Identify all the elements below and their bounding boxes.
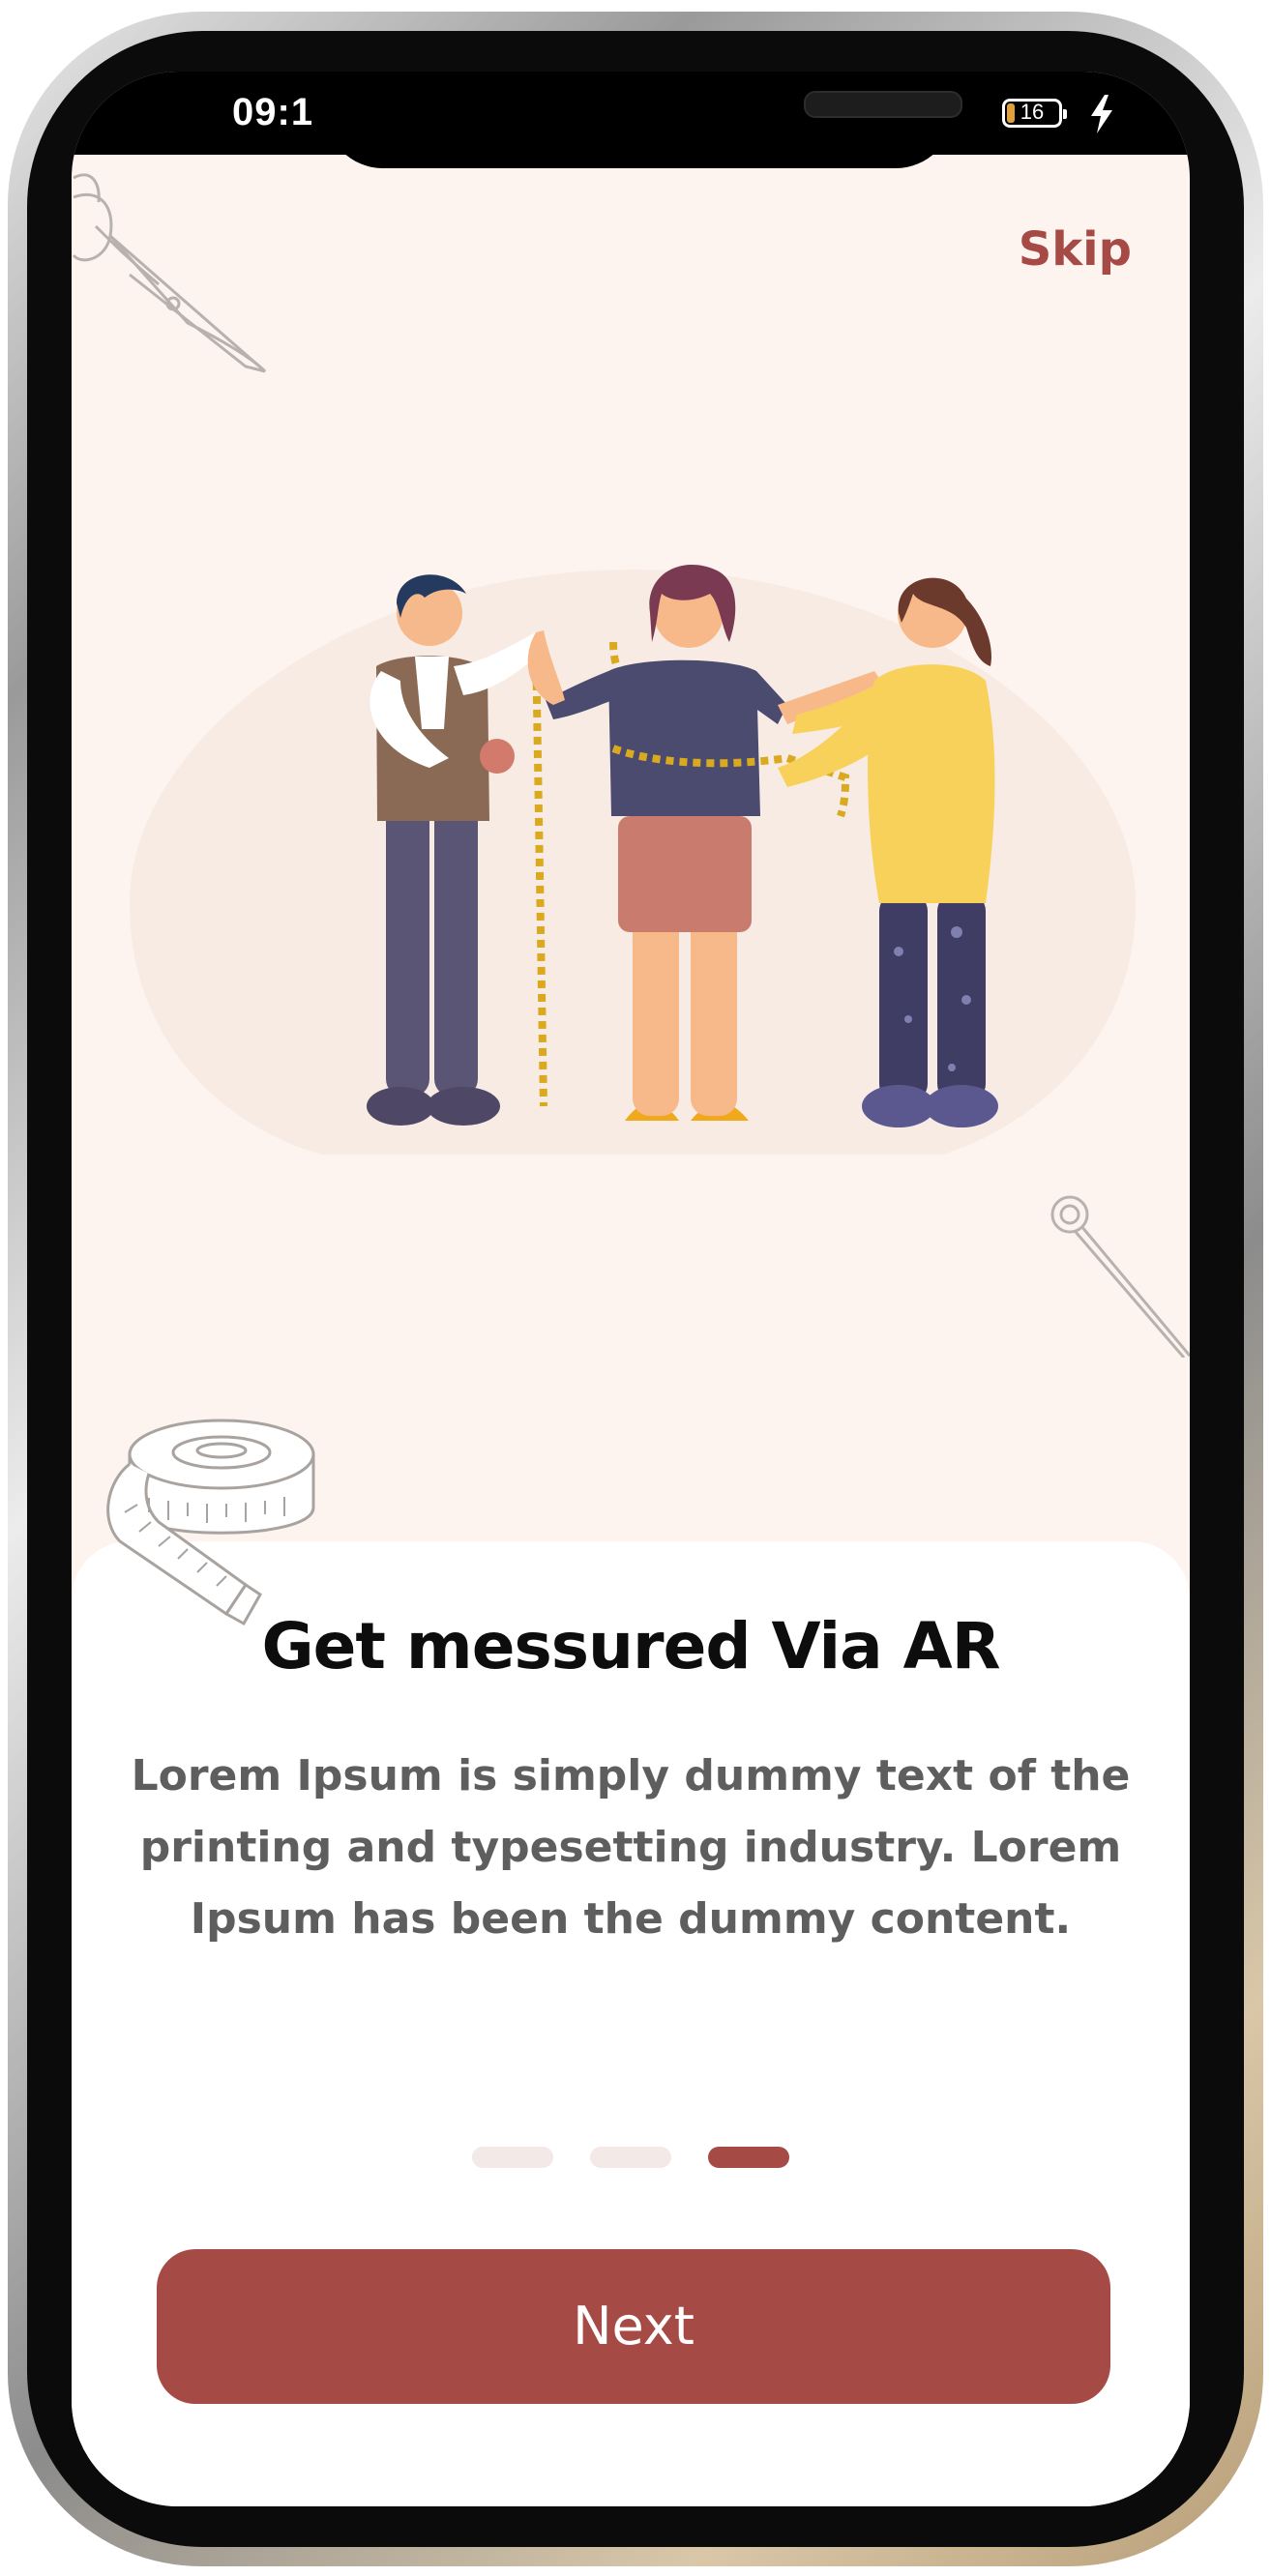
- onboarding-description: Lorem Ipsum is simply dummy text of the …: [131, 1751, 1131, 1944]
- page-dot[interactable]: [590, 2147, 671, 2168]
- page-indicator: [72, 2147, 1190, 2168]
- page-dot-active[interactable]: [708, 2147, 789, 2168]
- speaker-grille: [804, 91, 962, 118]
- pin-icon: [1050, 1195, 1190, 1358]
- status-time: 09:1: [232, 91, 314, 133]
- skip-button[interactable]: Skip: [1019, 222, 1132, 277]
- onboarding-title: Get messured Via AR: [261, 1609, 1000, 1683]
- notch: [325, 72, 962, 168]
- app-screen: 09:1 16 Skip Get messured Via AR Lorem I…: [72, 72, 1190, 2506]
- measuring-tape-icon: [106, 1419, 315, 1626]
- charging-icon: [1091, 95, 1112, 133]
- battery-icon: 16: [1002, 99, 1067, 128]
- scissors-icon: [72, 173, 267, 373]
- tailors-measuring-illustration: [130, 565, 1136, 1155]
- battery-level: 16: [1020, 100, 1045, 124]
- page-dot[interactable]: [472, 2147, 553, 2168]
- next-button[interactable]: Next: [157, 2249, 1110, 2404]
